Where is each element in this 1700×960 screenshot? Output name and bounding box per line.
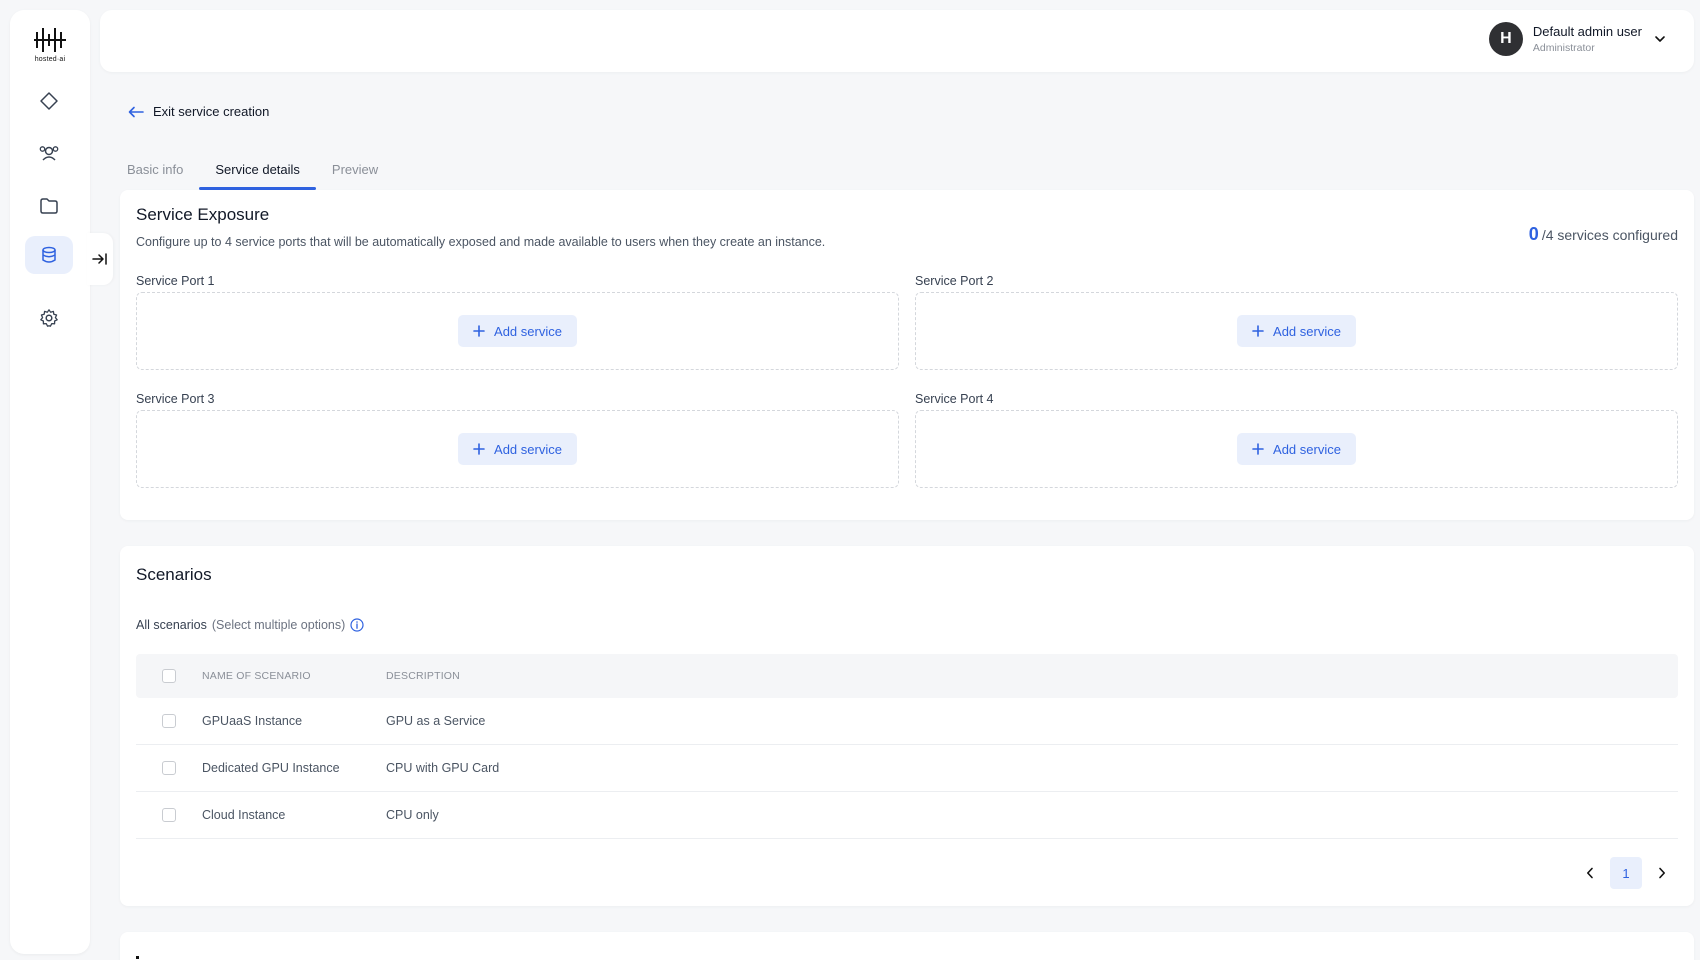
service-port-1-label: Service Port 1 (136, 274, 215, 288)
scenario-description: CPU with GPU Card (386, 761, 500, 775)
add-service-label: Add service (494, 323, 562, 339)
logo-mark-icon (34, 28, 66, 52)
sidebar-item-files[interactable] (25, 187, 73, 225)
plus-icon (473, 443, 485, 455)
sidebar: hosted·ai (10, 10, 90, 954)
sidebar-item-dashboard[interactable] (25, 82, 73, 120)
select-all-checkbox[interactable] (162, 669, 176, 683)
user-name: Default admin user (1532, 24, 1642, 39)
service-port-1-box: Add service (136, 292, 899, 370)
configured-suffix: /4 services configured (1541, 227, 1678, 243)
users-icon (39, 146, 59, 161)
next-page-button[interactable] (1646, 857, 1678, 889)
user-info: Default admin user Administrator (1533, 24, 1642, 54)
user-menu[interactable]: H Default admin user Administrator (1488, 22, 1666, 56)
add-service-label: Add service (1273, 323, 1341, 339)
sidebar-item-settings[interactable] (25, 299, 73, 337)
brand-logo-text: hosted·ai (34, 56, 66, 63)
exit-service-creation-link[interactable]: Exit service creation (128, 104, 269, 119)
previous-page-button[interactable] (1574, 857, 1606, 889)
scenario-name: GPUaaS Instance (202, 714, 303, 728)
table-row[interactable]: Cloud Instance CPU only (136, 792, 1678, 839)
page-number-button[interactable]: 1 (1610, 857, 1642, 889)
add-service-button-port-4[interactable]: Add service (1237, 433, 1356, 465)
tab-service-details[interactable]: Service details (199, 160, 316, 190)
plus-icon (473, 325, 485, 337)
folder-icon (40, 198, 58, 214)
service-port-4-label: Service Port 4 (915, 392, 994, 406)
add-service-button-port-1[interactable]: Add service (458, 315, 577, 347)
service-exposure-title: Service Exposure (136, 205, 270, 224)
row-checkbox[interactable] (162, 714, 176, 728)
collapse-arrow-icon (92, 253, 107, 265)
info-icon[interactable] (350, 618, 364, 632)
add-service-button-port-3[interactable]: Add service (458, 433, 577, 465)
add-service-label: Add service (1273, 441, 1341, 457)
service-port-2-box: Add service (915, 292, 1678, 370)
tab-basic-info[interactable]: Basic info (120, 160, 199, 190)
add-service-button-port-2[interactable]: Add service (1237, 315, 1356, 347)
scenario-description: CPU only (386, 808, 439, 822)
top-header: H Default admin user Administrator (100, 10, 1694, 72)
table-row[interactable]: Dedicated GPU Instance CPU with GPU Card (136, 745, 1678, 792)
gear-icon (40, 309, 58, 327)
scenarios-title: Scenarios (136, 565, 212, 584)
next-section-card (120, 932, 1694, 960)
add-service-label: Add service (494, 441, 562, 457)
service-port-3-box: Add service (136, 410, 899, 488)
exit-link-label: Exit service creation (153, 104, 270, 119)
sidebar-item-services[interactable] (25, 236, 73, 274)
service-port-3-label: Service Port 3 (136, 392, 215, 406)
service-port-4-box: Add service (915, 410, 1678, 488)
service-exposure-card: Service Exposure Configure up to 4 servi… (120, 190, 1694, 520)
scenarios-table: Name of scenario Description GPUaaS Inst… (136, 654, 1678, 839)
column-header-description: Description (386, 670, 460, 682)
service-exposure-description: Configure up to 4 service ports that wil… (136, 235, 826, 249)
table-header: Name of scenario Description (136, 654, 1678, 698)
scenario-description: GPU as a Service (386, 714, 486, 728)
step-tabs: Basic info Service details Preview (120, 160, 394, 190)
scenario-name: Dedicated GPU Instance (202, 761, 340, 775)
arrow-left-icon (128, 106, 144, 117)
tab-preview[interactable]: Preview (316, 160, 394, 190)
services-configured-counter: 0/4 services configured (1529, 224, 1678, 245)
all-scenarios-label: All scenarios (136, 618, 207, 632)
chevron-left-icon (1587, 867, 1593, 879)
scenarios-subtitle: All scenarios (Select multiple options) (136, 618, 364, 632)
row-checkbox[interactable] (162, 808, 176, 822)
chevron-down-icon[interactable] (1654, 35, 1666, 43)
plus-icon (1252, 325, 1264, 337)
diamond-icon (40, 92, 58, 110)
scenarios-card: Scenarios All scenarios (Select multiple… (120, 546, 1694, 906)
sidebar-item-users[interactable] (25, 134, 73, 172)
configured-count: 0 (1528, 224, 1539, 244)
database-icon (42, 246, 56, 263)
row-checkbox[interactable] (162, 761, 176, 775)
avatar: H (1488, 22, 1523, 56)
user-role: Administrator (1532, 42, 1595, 54)
scenario-name: Cloud Instance (202, 808, 286, 822)
service-port-2-label: Service Port 2 (915, 274, 994, 288)
plus-icon (1252, 443, 1264, 455)
chevron-right-icon (1659, 867, 1665, 879)
column-header-name: Name of scenario (202, 670, 311, 682)
next-section-title-fragment (136, 956, 139, 959)
select-multiple-hint: (Select multiple options) (211, 618, 346, 632)
pagination: 1 (1574, 857, 1678, 889)
brand-logo[interactable]: hosted·ai (30, 26, 70, 76)
sidebar-collapse-button[interactable] (87, 233, 113, 285)
table-row[interactable]: GPUaaS Instance GPU as a Service (136, 698, 1678, 745)
